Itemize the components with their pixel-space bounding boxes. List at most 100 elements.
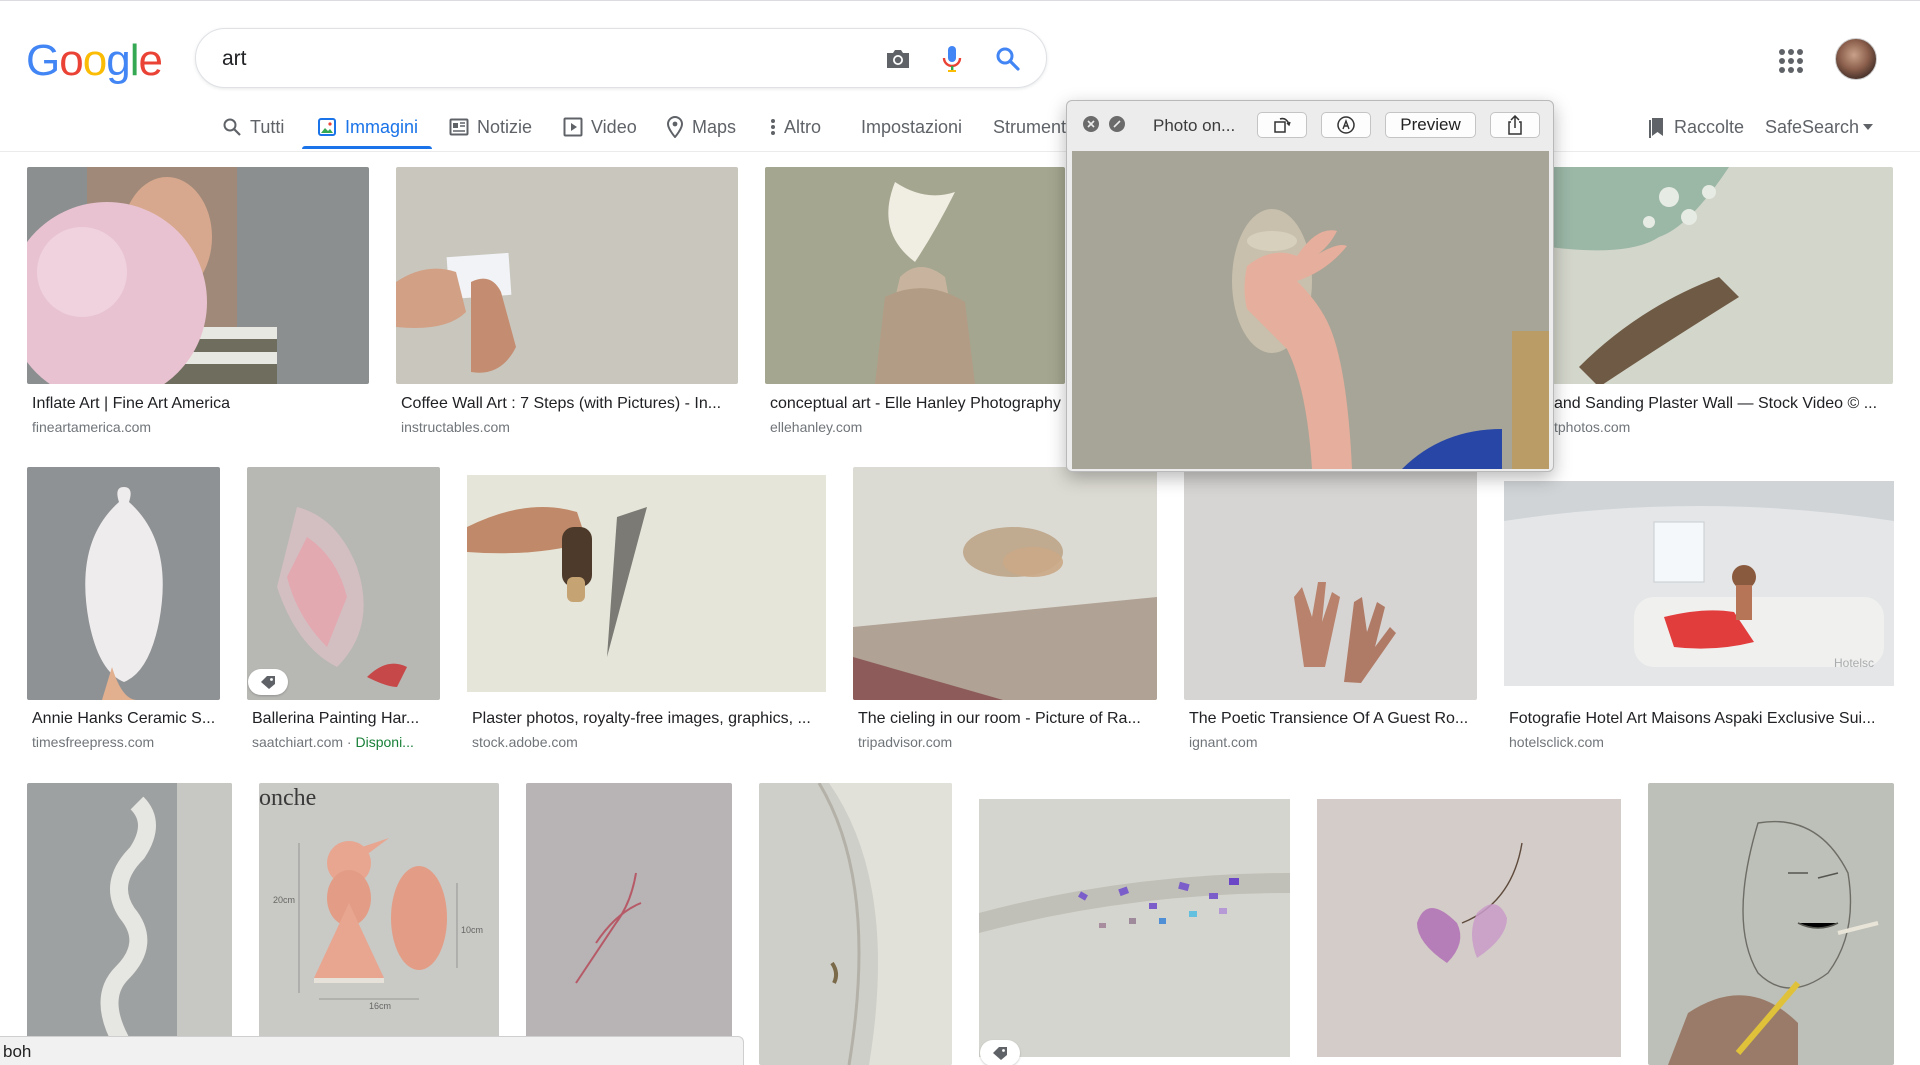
quicklook-preview-popup[interactable]: Photo on... Preview <box>1066 100 1554 472</box>
result-thumbnail[interactable] <box>526 783 732 1065</box>
camera-icon[interactable] <box>882 43 914 75</box>
search-input[interactable]: art <box>222 47 247 71</box>
more-vertical-icon <box>771 119 775 135</box>
source-domain: saatchiart.com · <box>252 734 356 750</box>
result-thumbnail[interactable] <box>853 467 1157 700</box>
tab-settings[interactable]: Impostazioni <box>861 104 962 150</box>
tab-label: Altro <box>784 116 822 137</box>
result-thumbnail[interactable] <box>1317 783 1621 1065</box>
tab-label: Maps <box>692 116 737 137</box>
result-thumbnail[interactable] <box>467 467 826 700</box>
result-thumbnail[interactable] <box>765 167 1065 384</box>
result-source[interactable]: saatchiart.com · Disponi... <box>252 734 437 750</box>
preview-image <box>1072 151 1549 469</box>
tab-label: Notizie <box>477 116 533 137</box>
safesearch-label: SafeSearch <box>1765 116 1860 137</box>
open-preview-button[interactable]: Preview <box>1385 112 1476 138</box>
result-source[interactable]: stock.adobe.com <box>472 734 822 750</box>
collections-label: Raccolte <box>1674 116 1745 137</box>
result-title[interactable]: Inflate Art | Fine Art America <box>32 395 362 413</box>
result-thumbnail[interactable]: onche 20cm 10cm 16cm <box>259 783 499 1065</box>
fullscreen-icon[interactable] <box>1109 116 1125 132</box>
result-thumbnail[interactable] <box>27 467 220 700</box>
tab-images[interactable]: Immagini <box>317 104 418 150</box>
result-source[interactable]: timesfreepress.com <box>32 734 217 750</box>
result-title[interactable]: Ballerina Painting Har... <box>252 710 437 728</box>
tag-icon[interactable] <box>980 1040 1020 1065</box>
avatar[interactable] <box>1835 38 1877 80</box>
result-source[interactable]: tphotos.com <box>1554 419 1884 435</box>
result-thumbnail[interactable] <box>759 783 952 1065</box>
logo-letter: o <box>59 36 84 85</box>
popup-toolbar: Photo on... Preview <box>1067 101 1553 149</box>
apps-grid-icon[interactable] <box>1776 46 1806 76</box>
result-title[interactable]: Fotografie Hotel Art Maisons Aspaki Excl… <box>1509 710 1894 728</box>
logo-letter: o <box>82 36 108 85</box>
result-source[interactable]: ellehanley.com <box>770 419 1072 435</box>
logo-letter: g <box>106 36 131 85</box>
result-thumbnail[interactable] <box>27 783 232 1065</box>
result-title[interactable]: The cieling in our room - Picture of Ra.… <box>858 710 1153 728</box>
logo-letter: e <box>138 36 163 85</box>
rotate-button[interactable] <box>1257 112 1307 138</box>
result-thumbnail[interactable] <box>1648 783 1894 1065</box>
google-logo[interactable]: Google <box>26 36 163 86</box>
result-source[interactable]: ignant.com <box>1189 734 1479 750</box>
rotate-icon <box>1274 117 1291 133</box>
tab-label: Immagini <box>345 116 419 137</box>
result-thumbnail[interactable] <box>1549 167 1893 384</box>
tag-icon[interactable] <box>248 669 288 695</box>
result-thumbnail[interactable]: Hotelsc <box>1504 467 1894 700</box>
result-thumbnail[interactable] <box>27 167 369 384</box>
tab-label: Strumenti <box>993 116 1071 137</box>
search-tabs: Tutti Immagini Notizie Video Maps Altro … <box>0 104 1920 150</box>
search-icon[interactable] <box>992 43 1024 75</box>
result-thumbnail[interactable] <box>979 783 1290 1065</box>
map-pin-icon <box>666 116 684 138</box>
tab-more[interactable]: Altro <box>770 104 821 150</box>
logo-letter: l <box>129 36 140 85</box>
result-title[interactable]: Plaster photos, royalty-free images, gra… <box>472 710 822 728</box>
result-thumbnail[interactable] <box>396 167 738 384</box>
result-source[interactable]: instructables.com <box>401 419 731 435</box>
news-icon <box>449 118 469 136</box>
result-title[interactable]: and Sanding Plaster Wall — Stock Video ©… <box>1554 395 1884 413</box>
play-icon <box>563 117 583 137</box>
microphone-icon[interactable] <box>936 43 968 75</box>
result-source[interactable]: tripadvisor.com <box>858 734 1153 750</box>
tab-tools[interactable]: Strumenti <box>993 104 1070 150</box>
active-tab-indicator <box>302 146 432 149</box>
result-thumbnail[interactable] <box>1184 467 1477 700</box>
popup-title: Photo on... <box>1153 116 1236 135</box>
result-source[interactable]: fineartamerica.com <box>32 419 362 435</box>
status-text: boh <box>3 1042 32 1061</box>
safesearch-dropdown[interactable]: SafeSearch <box>1765 104 1874 150</box>
result-title[interactable]: Coffee Wall Art : 7 Steps (with Pictures… <box>401 395 731 413</box>
tab-video[interactable]: Video <box>563 104 637 150</box>
dimension-label: 20cm <box>273 895 295 905</box>
caret-down-icon <box>1863 124 1874 130</box>
tab-label: Tutti <box>250 116 285 137</box>
search-box[interactable]: art <box>195 28 1047 88</box>
result-title[interactable]: conceptual art - Elle Hanley Photography <box>770 395 1072 413</box>
result-title[interactable]: Annie Hanks Ceramic S... <box>32 710 217 728</box>
search-icon <box>223 118 241 136</box>
collections-link[interactable]: Raccolte <box>1648 104 1744 150</box>
share-button[interactable] <box>1490 112 1540 138</box>
thumb-label-text: onche <box>259 785 316 811</box>
status-bar: boh <box>0 1036 744 1065</box>
dimension-label: 10cm <box>461 925 483 935</box>
result-title[interactable]: The Poetic Transience Of A Guest Ro... <box>1189 710 1479 728</box>
bookmark-icon <box>1649 118 1663 138</box>
close-icon[interactable] <box>1083 116 1099 132</box>
markup-button[interactable] <box>1321 112 1371 138</box>
hotels-watermark: Hotelsc <box>1834 656 1874 670</box>
header-divider <box>0 151 1920 152</box>
result-source[interactable]: hotelsclick.com <box>1509 734 1894 750</box>
tab-label: Video <box>591 116 637 137</box>
tab-maps[interactable]: Maps <box>666 104 736 150</box>
tab-news[interactable]: Notizie <box>449 104 532 150</box>
tab-all[interactable]: Tutti <box>222 104 284 150</box>
tab-label: Impostazioni <box>861 116 963 137</box>
result-thumbnail[interactable] <box>247 467 440 700</box>
